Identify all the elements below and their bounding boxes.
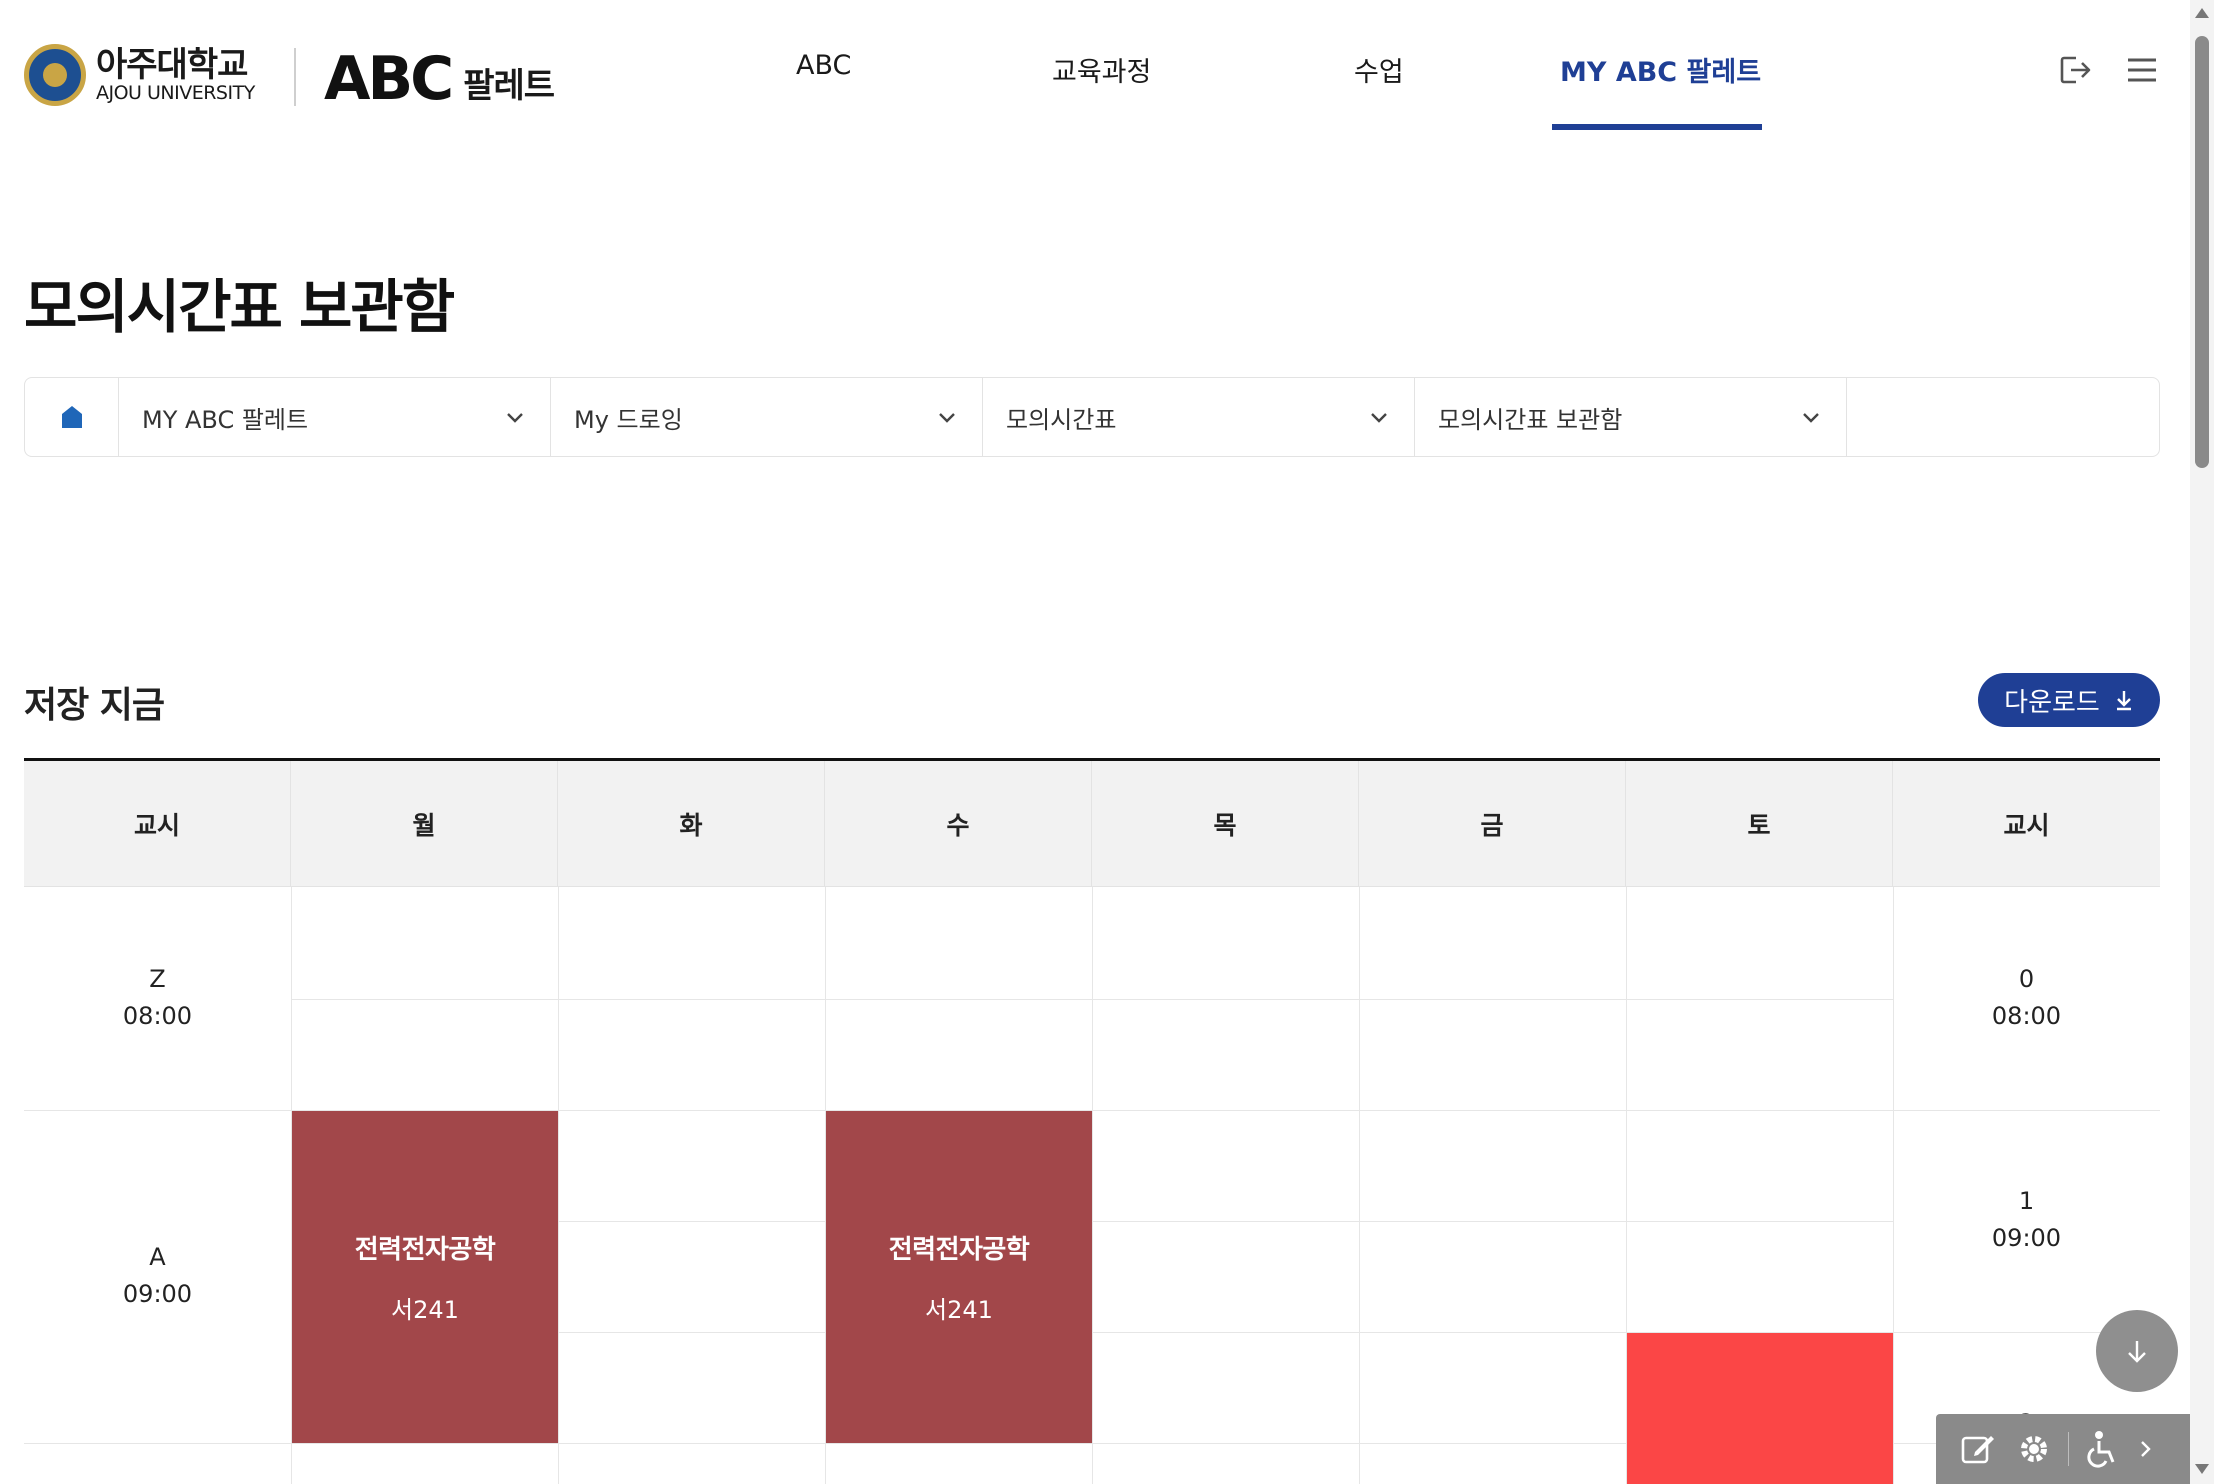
accessibility-toolbar [1936, 1414, 2190, 1484]
scroll-thumb[interactable] [2195, 36, 2209, 468]
period-code: Z [149, 965, 166, 993]
settings-icon [2021, 1436, 2047, 1462]
header-day-mon: 월 [291, 761, 558, 887]
edit-button[interactable] [1950, 1421, 2006, 1477]
header-day-wed: 수 [825, 761, 1092, 887]
selection-highlight-block[interactable] [1627, 1333, 1893, 1484]
abc-palette-logo[interactable]: A B C 팔레트 [324, 44, 555, 114]
breadcrumb-label: 모의시간표 보관함 [1438, 405, 1623, 434]
chevron-down-icon [939, 413, 955, 423]
menu-icon[interactable] [2122, 50, 2162, 90]
header-day-sat: 토 [1626, 761, 1893, 887]
logo-letter-a: A [324, 44, 370, 114]
home-icon [61, 406, 82, 428]
header-period-left: 교시 [24, 761, 291, 887]
scroll-down-arrow-icon[interactable] [2195, 1464, 2209, 1474]
course-name: 전력전자공학 [888, 1235, 1030, 1265]
period-label-right: 0 08:00 [1893, 961, 2160, 1035]
header-period-right: 교시 [1893, 761, 2160, 887]
period-time: 08:00 [122, 1002, 193, 1030]
edit-icon [1961, 1436, 1994, 1464]
nav-item-class[interactable]: 수업 [1354, 50, 1404, 89]
grid-line [1092, 887, 1093, 1484]
period-time: 09:00 [122, 1280, 193, 1308]
header-day-thu: 목 [1092, 761, 1359, 887]
header-day-tue: 화 [558, 761, 825, 887]
toolbar-divider [2068, 1432, 2069, 1466]
logo-letter-c: C [410, 44, 454, 114]
course-block-wed[interactable]: 전력전자공학 서241 [826, 1111, 1092, 1443]
chevron-down-icon [507, 413, 523, 423]
period-time: 08:00 [1991, 1002, 2062, 1030]
timetable: 교시 월 화 수 목 금 토 교시 Z 08:00 A 09:00 0 08:0… [24, 758, 2160, 1484]
page-title: 모의시간표 보관함 [24, 273, 455, 341]
course-block-mon[interactable]: 전력전자공학 서241 [292, 1111, 558, 1443]
download-label: 다운로드 [2004, 687, 2100, 718]
period-label-left: Z 08:00 [24, 961, 291, 1035]
nav-item-curriculum[interactable]: 교육과정 [1052, 50, 1151, 89]
breadcrumb-label: MY ABC 팔레트 [142, 405, 309, 434]
grid-line [291, 999, 1893, 1000]
period-code: 1 [2018, 1187, 2035, 1215]
period-code: 0 [2018, 965, 2035, 993]
course-room: 서241 [391, 1296, 459, 1324]
course-room: 서241 [925, 1296, 993, 1324]
breadcrumb: MY ABC 팔레트 My 드로잉 모의시간표 모의시간표 보관함 [24, 377, 2160, 457]
scroll-down-button[interactable] [2096, 1310, 2178, 1392]
breadcrumb-label: My 드로잉 [574, 405, 683, 434]
grid-line [558, 887, 559, 1484]
header-day-fri: 금 [1359, 761, 1626, 887]
download-icon [2116, 691, 2131, 711]
accessibility-icon [2087, 1431, 2115, 1468]
chevron-right-icon [2141, 1441, 2151, 1457]
logout-icon[interactable] [2054, 50, 2094, 90]
timetable-name: 저장 지금 [24, 685, 165, 726]
course-name: 전력전자공학 [354, 1235, 496, 1265]
breadcrumb-empty-space [1847, 378, 2159, 456]
breadcrumb-label: 모의시간표 [1006, 405, 1117, 434]
grid-line [1359, 887, 1360, 1484]
logo-palette-text: 팔레트 [463, 66, 555, 106]
breadcrumb-home[interactable] [25, 378, 119, 456]
logo-letter-b: B [367, 44, 413, 114]
site-header: 아주대학교 AJOU UNIVERSITY A B C 팔레트 ABC 교육과정… [0, 0, 2190, 132]
breadcrumb-item-my-drawing[interactable]: My 드로잉 [551, 378, 983, 456]
breadcrumb-item-my-abc-palette[interactable]: MY ABC 팔레트 [119, 378, 551, 456]
toolbar-collapse-button[interactable] [2131, 1421, 2161, 1477]
settings-button[interactable] [2006, 1421, 2062, 1477]
arrow-down-icon [2128, 1341, 2146, 1363]
nav-item-my-abc-palette[interactable]: MY ABC 팔레트 [1560, 50, 1761, 89]
breadcrumb-item-timetable-storage[interactable]: 모의시간표 보관함 [1415, 378, 1847, 456]
university-name-ko: 아주대학교 [96, 45, 248, 85]
university-name-en: AJOU UNIVERSITY [96, 82, 255, 104]
chevron-down-icon [1371, 413, 1387, 423]
nav-active-indicator [1552, 124, 1762, 130]
period-label-right: 1 09:00 [1893, 1183, 2160, 1257]
accessibility-button[interactable] [2075, 1421, 2131, 1477]
chevron-down-icon [1803, 413, 1819, 423]
ajou-emblem-icon [24, 44, 86, 106]
period-code: A [149, 1243, 166, 1271]
ajou-university-logo[interactable]: 아주대학교 AJOU UNIVERSITY [24, 44, 255, 106]
page-scrollbar[interactable] [2190, 0, 2214, 1484]
nav-item-abc[interactable]: ABC [796, 50, 851, 81]
period-time: 09:00 [1991, 1224, 2062, 1252]
logo-divider [294, 48, 296, 106]
download-button[interactable]: 다운로드 [1978, 673, 2160, 727]
breadcrumb-item-mock-timetable[interactable]: 모의시간표 [983, 378, 1415, 456]
period-label-left: A 09:00 [24, 1239, 291, 1313]
scroll-up-arrow-icon[interactable] [2195, 8, 2209, 18]
